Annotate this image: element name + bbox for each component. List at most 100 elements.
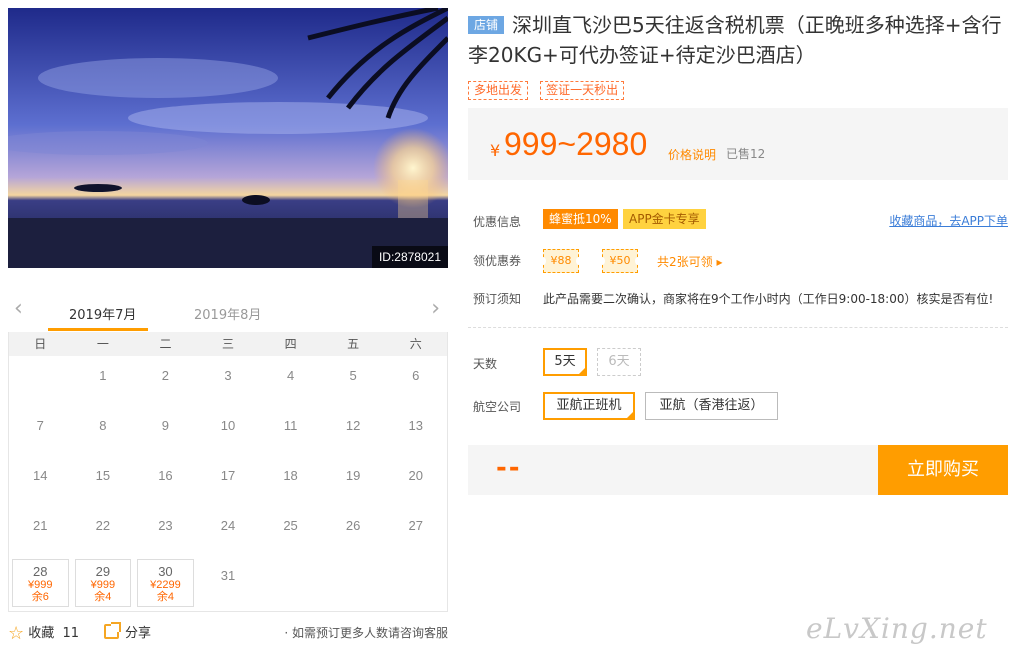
- total-price: --: [496, 453, 522, 483]
- share-icon: [104, 622, 121, 639]
- calendar-day-available[interactable]: 30 ¥2299 余4: [137, 559, 194, 607]
- calendar-day-number: 13: [408, 418, 423, 433]
- calendar-day-number: 17: [220, 468, 236, 483]
- calendar-day[interactable]: 16: [134, 458, 197, 508]
- calendar-day[interactable]: 5: [322, 358, 385, 408]
- favorite-app-link[interactable]: 收藏商品，去APP下单: [889, 212, 1008, 229]
- calendar-day-number: 11: [283, 418, 298, 433]
- calendar-day-price: ¥2299: [150, 579, 181, 591]
- more-coupons-link[interactable]: 共2张可领 ▸: [657, 253, 722, 270]
- calendar-weekday-header: 日 一 二 三 四 五 六: [9, 332, 447, 356]
- calendar-day-number: 23: [158, 518, 173, 533]
- contact-service-tip: · 如需预订更多人数请咨询客服: [284, 626, 448, 640]
- buy-bar: -- 立即购买: [468, 445, 1008, 495]
- coupon-50[interactable]: ¥50: [599, 249, 641, 273]
- favorite-button[interactable]: ☆ 收藏 11: [8, 622, 79, 644]
- weekday-label: 五: [347, 337, 360, 351]
- calendar-day[interactable]: 20: [384, 458, 447, 508]
- calendar-day-number: 29: [95, 564, 111, 579]
- calendar-day-price: ¥999: [90, 579, 116, 591]
- currency-symbol: ¥: [490, 141, 501, 160]
- product-tags: 多地出发 签证一天秒出: [468, 79, 631, 100]
- calendar-day[interactable]: 10: [197, 408, 260, 458]
- tag-fast-visa: 签证一天秒出: [540, 81, 625, 100]
- calendar-day[interactable]: 6: [384, 358, 447, 408]
- section-divider: [468, 327, 1008, 328]
- store-badge[interactable]: 店铺: [468, 16, 505, 34]
- calendar-day[interactable]: 8: [72, 408, 135, 458]
- calendar-day[interactable]: 14: [9, 458, 72, 508]
- calendar-day[interactable]: 13: [384, 408, 447, 458]
- calendar-day[interactable]: 25: [259, 508, 322, 558]
- calendar-day[interactable]: 23: [134, 508, 197, 558]
- airline-label: 航空公司: [473, 400, 522, 414]
- calendar-day: [9, 358, 72, 408]
- photo-id-label: ID:2878021: [371, 246, 448, 268]
- calendar-day-number: 20: [408, 468, 423, 483]
- calendar-day[interactable]: 3: [197, 358, 260, 408]
- calendar-day[interactable]: 11: [259, 408, 322, 458]
- chevron-left-icon[interactable]: ‹: [14, 298, 23, 320]
- calendar-day[interactable]: 9: [134, 408, 197, 458]
- calendar-day-number: 9: [161, 418, 170, 433]
- star-icon: ☆: [8, 623, 25, 644]
- notice-label: 预订须知: [473, 292, 522, 306]
- calendar-day[interactable]: 7: [9, 408, 72, 458]
- departure-calendar: 日 一 二 三 四 五 六 1 2 3 4 5 6 7 8 9 10 11 12 13 14 15 16 17 1…: [8, 332, 448, 612]
- favorite-count: 11: [62, 626, 79, 641]
- calendar-day[interactable]: 17: [197, 458, 260, 508]
- product-title: 店铺 深圳直飞沙巴5天往返含税机票（正晚班多种选择+含行李20KG+可代办签证+待…: [468, 10, 1008, 70]
- booking-notice-text: 此产品需要二次确认，商家将在9个工作小时内（工作日9:00-18:00）核实是否…: [543, 292, 994, 306]
- airline-option-regular[interactable]: 亚航正班机: [543, 392, 635, 420]
- sunset-beach-image: [8, 8, 448, 268]
- calendar-day[interactable]: 27: [384, 508, 447, 558]
- calendar-day-available[interactable]: 28 ¥999 余6: [12, 559, 69, 607]
- share-label: 分享: [125, 626, 152, 641]
- product-title-text: 深圳直飞沙巴5天往返含税机票（正晚班多种选择+含行李20KG+可代办签证+待定沙…: [468, 13, 1002, 67]
- calendar-day-number: 1: [99, 368, 107, 383]
- days-option-6[interactable]: 6天: [597, 348, 641, 376]
- weekday-label: 一: [96, 337, 109, 351]
- calendar-day-remaining: 余6: [31, 591, 49, 603]
- calendar-day-number: 2: [161, 368, 170, 383]
- coupon-88[interactable]: ¥88: [540, 249, 582, 273]
- calendar-month-tab-august[interactable]: 2019年8月: [194, 304, 261, 323]
- calendar-day[interactable]: 24: [197, 508, 260, 558]
- share-button[interactable]: 分享: [104, 622, 151, 641]
- price-explain-link[interactable]: 价格说明: [668, 146, 716, 163]
- calendar-day-number: 27: [408, 518, 423, 533]
- calendar-day[interactable]: 12: [322, 408, 385, 458]
- calendar-day[interactable]: 4: [259, 358, 322, 408]
- offers-label: 优惠信息: [473, 215, 522, 229]
- calendar-days-grid: 1 2 3 4 5 6 7 8 9 10 11 12 13 14 15 16 17 18 19 20 21 22 23 24 2…: [9, 356, 447, 608]
- calendar-day[interactable]: 26: [322, 508, 385, 558]
- calendar-day-number: 21: [33, 518, 48, 533]
- buy-now-button[interactable]: 立即购买: [878, 445, 1008, 495]
- watermark-logo: eLvXing.net: [806, 612, 988, 645]
- calendar-day-number: 19: [345, 468, 361, 483]
- calendar-day-number: 24: [220, 518, 236, 533]
- airline-option-hongkong[interactable]: 亚航（香港往返）: [645, 392, 778, 420]
- calendar-day[interactable]: 31: [197, 558, 260, 608]
- calendar-day-number: 16: [158, 468, 173, 483]
- calendar-day[interactable]: 22: [72, 508, 135, 558]
- calendar-day[interactable]: 2: [134, 358, 197, 408]
- calendar-day[interactable]: 18: [259, 458, 322, 508]
- calendar-day-number: 7: [36, 418, 44, 433]
- weekday-label: 日: [34, 337, 47, 351]
- chevron-right-icon[interactable]: ›: [431, 298, 440, 320]
- calendar-day-number: 22: [95, 518, 111, 533]
- calendar-day-available[interactable]: 29 ¥999 余4: [74, 559, 132, 607]
- product-photo[interactable]: ID:2878021: [8, 8, 448, 268]
- honey-discount-badge: 蜂蜜抵10%: [543, 209, 618, 229]
- calendar-day[interactable]: 21: [9, 508, 72, 558]
- calendar-day-number: 25: [283, 518, 298, 533]
- days-option-5[interactable]: 5天: [543, 348, 587, 376]
- calendar-month-tab-july[interactable]: 2019年7月: [69, 304, 136, 323]
- calendar-day[interactable]: 19: [322, 458, 385, 508]
- calendar-day-number: 31: [220, 568, 236, 583]
- calendar-day-number: 28: [33, 564, 48, 579]
- calendar-day[interactable]: 15: [72, 458, 135, 508]
- calendar-day-remaining: 余4: [156, 591, 174, 603]
- calendar-day[interactable]: 1: [72, 358, 135, 408]
